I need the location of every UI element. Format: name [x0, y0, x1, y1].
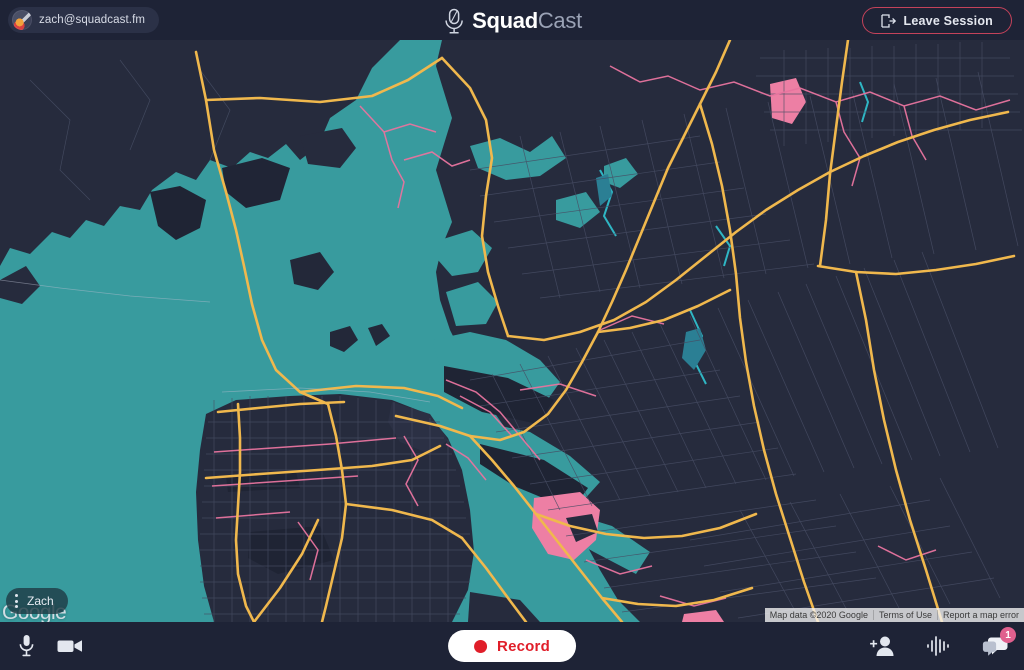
user-account-pill[interactable]: zach@squadcast.fm: [8, 7, 160, 33]
audio-settings-button[interactable]: [926, 635, 952, 657]
chat-unread-badge: 1: [1000, 627, 1016, 643]
record-dot-icon: [474, 639, 488, 653]
app-header: zach@squadcast.fm SquadCast Leave Sessio…: [0, 0, 1024, 40]
add-person-icon: [870, 636, 894, 656]
terms-of-use-link[interactable]: Terms of Use: [874, 610, 938, 620]
invite-participant-button[interactable]: [870, 635, 896, 657]
microphone-logo-icon: [445, 8, 463, 34]
logout-icon: [880, 13, 896, 28]
user-email-label: zach@squadcast.fm: [39, 14, 146, 26]
map-graphic: [0, 40, 1024, 622]
user-avatar: [12, 10, 32, 30]
microphone-icon: [19, 635, 34, 657]
record-button[interactable]: Record: [448, 630, 576, 662]
brand-name-primary: Squad: [472, 8, 538, 33]
leave-session-button[interactable]: Leave Session: [861, 7, 1012, 34]
brand-logo: SquadCast: [442, 8, 582, 34]
app-footer-toolbar: Record 1: [0, 622, 1024, 670]
map-canvas[interactable]: Google Zach Map data ©2020 Google Terms …: [0, 40, 1024, 622]
record-button-label: Record: [497, 637, 550, 655]
microphone-toggle-button[interactable]: [18, 634, 35, 658]
audio-waveform-icon: [927, 636, 949, 656]
participant-name-label: Zach: [27, 594, 54, 608]
chat-button[interactable]: 1: [982, 627, 1016, 658]
brand-name-secondary: Cast: [537, 8, 582, 33]
map-data-credit: Map data ©2020 Google: [765, 610, 874, 620]
participant-tile-zach[interactable]: Zach: [6, 588, 68, 614]
report-map-error-link[interactable]: Report a map error: [938, 610, 1024, 620]
map-attribution: Map data ©2020 Google Terms of Use Repor…: [764, 608, 1024, 622]
squadcast-session-window: zach@squadcast.fm SquadCast Leave Sessio…: [0, 0, 1024, 670]
camera-toggle-button[interactable]: [57, 637, 83, 655]
video-camera-icon: [57, 640, 82, 652]
leave-session-label: Leave Session: [903, 13, 993, 28]
kebab-menu-icon[interactable]: [12, 594, 21, 608]
